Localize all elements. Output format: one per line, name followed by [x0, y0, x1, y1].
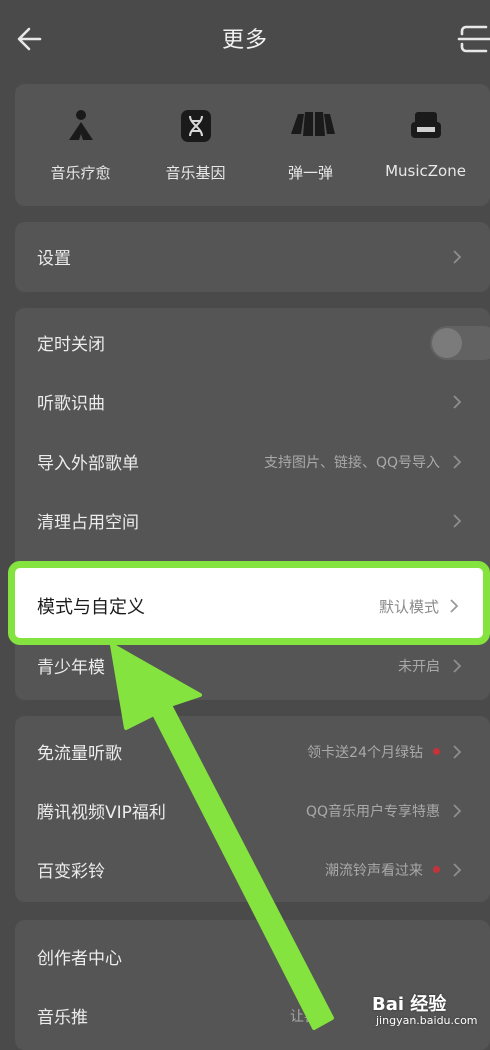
- chevron-right-icon: [453, 250, 462, 264]
- baidu-watermark: Bai 经验 jingyan.baidu.com: [372, 994, 478, 1027]
- red-dot-badge: [433, 866, 440, 873]
- page-title: 更多: [221, 28, 268, 53]
- tencent-video-vip-row[interactable]: 腾讯视频VIP福利 QQ音乐用户专享特惠: [15, 781, 490, 840]
- chevron-right-icon: [453, 659, 462, 673]
- red-dot-badge: [433, 748, 440, 755]
- feature-shortcuts: 音乐疗愈 音乐基因 弹一弹 MusicZone: [15, 84, 490, 206]
- promos-card: 免流量听歌 领卡送24个月绿钻 腾讯视频VIP福利 QQ音乐用户专享特惠 百变彩…: [15, 716, 490, 902]
- chevron-right-icon: [453, 745, 462, 759]
- top-bar: 更多: [0, 0, 490, 76]
- sleep-timer-toggle[interactable]: [430, 326, 490, 360]
- toggle-knob: [432, 328, 462, 358]
- creator-center-row[interactable]: 创作者中心: [15, 927, 490, 986]
- sleep-timer-row[interactable]: 定时关闭: [15, 313, 490, 372]
- clear-storage-row[interactable]: 清理占用空间: [15, 491, 490, 550]
- feature-music-healing[interactable]: 音乐疗愈: [23, 106, 138, 183]
- settings-card: 设置: [15, 222, 490, 292]
- scan-icon[interactable]: [456, 22, 490, 56]
- mode-customize-row[interactable]: 模式与自定义 默认模式: [8, 561, 490, 645]
- chevron-right-icon: [453, 455, 462, 469]
- chevron-right-icon: [453, 514, 462, 528]
- ringtone-row[interactable]: 百变彩铃 潮流铃声看过来: [15, 840, 490, 899]
- piano-keys-icon: [290, 112, 335, 136]
- chevron-right-icon: [453, 863, 462, 877]
- dna-icon: [180, 110, 211, 142]
- settings-row[interactable]: 设置: [15, 227, 490, 286]
- meditation-icon: [68, 110, 93, 140]
- free-data-row[interactable]: 免流量听歌 领卡送24个月绿钻: [15, 722, 490, 781]
- chevron-right-icon: [450, 599, 459, 613]
- feature-music-gene[interactable]: 音乐基因: [138, 106, 253, 183]
- song-recognition-row[interactable]: 听歌识曲: [15, 372, 490, 431]
- chevron-right-icon: [453, 395, 462, 409]
- feature-musiczone[interactable]: MusicZone: [368, 106, 483, 180]
- sofa-icon: [410, 112, 441, 138]
- chevron-right-icon: [453, 804, 462, 818]
- import-playlist-row[interactable]: 导入外部歌单 支持图片、链接、QQ号导入: [15, 432, 490, 491]
- feature-tap-play[interactable]: 弹一弹: [253, 106, 368, 183]
